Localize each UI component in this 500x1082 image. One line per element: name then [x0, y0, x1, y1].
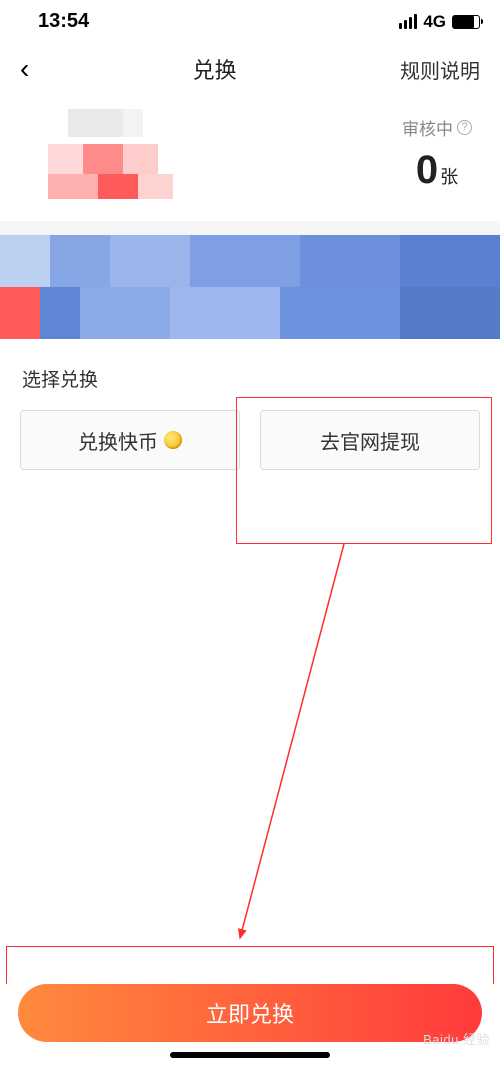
withdraw-label: 去官网提现 — [320, 426, 420, 455]
exchange-options: 兑换快币 去官网提现 — [0, 404, 500, 480]
banner-placeholder — [0, 235, 500, 338]
promo-banner[interactable] — [0, 235, 500, 339]
status-bar: 13:54 4G — [0, 0, 500, 39]
balance-block: 审核中 ? 0张 — [402, 115, 472, 193]
exchange-now-label: 立即兑换 — [206, 997, 294, 1029]
network-label: 4G — [423, 12, 446, 32]
pending-label: 审核中 — [402, 115, 453, 140]
exchange-now-button[interactable]: 立即兑换 — [18, 984, 482, 1042]
nav-bar: ‹ 兑换 规则说明 — [0, 39, 500, 101]
back-button[interactable]: ‹ — [20, 55, 29, 83]
exchange-coin-label: 兑换快币 — [78, 426, 158, 455]
status-time: 13:54 — [38, 10, 89, 33]
balance-amount: 0张 — [402, 148, 472, 193]
exchange-section-title: 选择兑换 — [0, 339, 500, 404]
home-indicator — [170, 1052, 330, 1058]
section-divider — [0, 221, 500, 235]
watermark: Baidu 经验 — [423, 1029, 490, 1048]
page-title: 兑换 — [193, 53, 237, 85]
withdraw-button[interactable]: 去官网提现 — [260, 410, 480, 470]
status-right: 4G — [399, 12, 480, 32]
account-card: 审核中 ? 0张 — [0, 101, 500, 221]
help-icon[interactable]: ? — [457, 120, 472, 135]
balance-count: 0 — [416, 148, 438, 192]
signal-icon — [399, 14, 417, 29]
pending-row[interactable]: 审核中 ? — [402, 115, 472, 140]
avatar-placeholder — [28, 109, 188, 199]
rules-link[interactable]: 规则说明 — [400, 55, 480, 84]
exchange-coin-button[interactable]: 兑换快币 — [20, 410, 240, 470]
balance-unit: 张 — [440, 167, 458, 187]
coin-icon — [164, 431, 182, 449]
battery-icon — [452, 15, 480, 29]
